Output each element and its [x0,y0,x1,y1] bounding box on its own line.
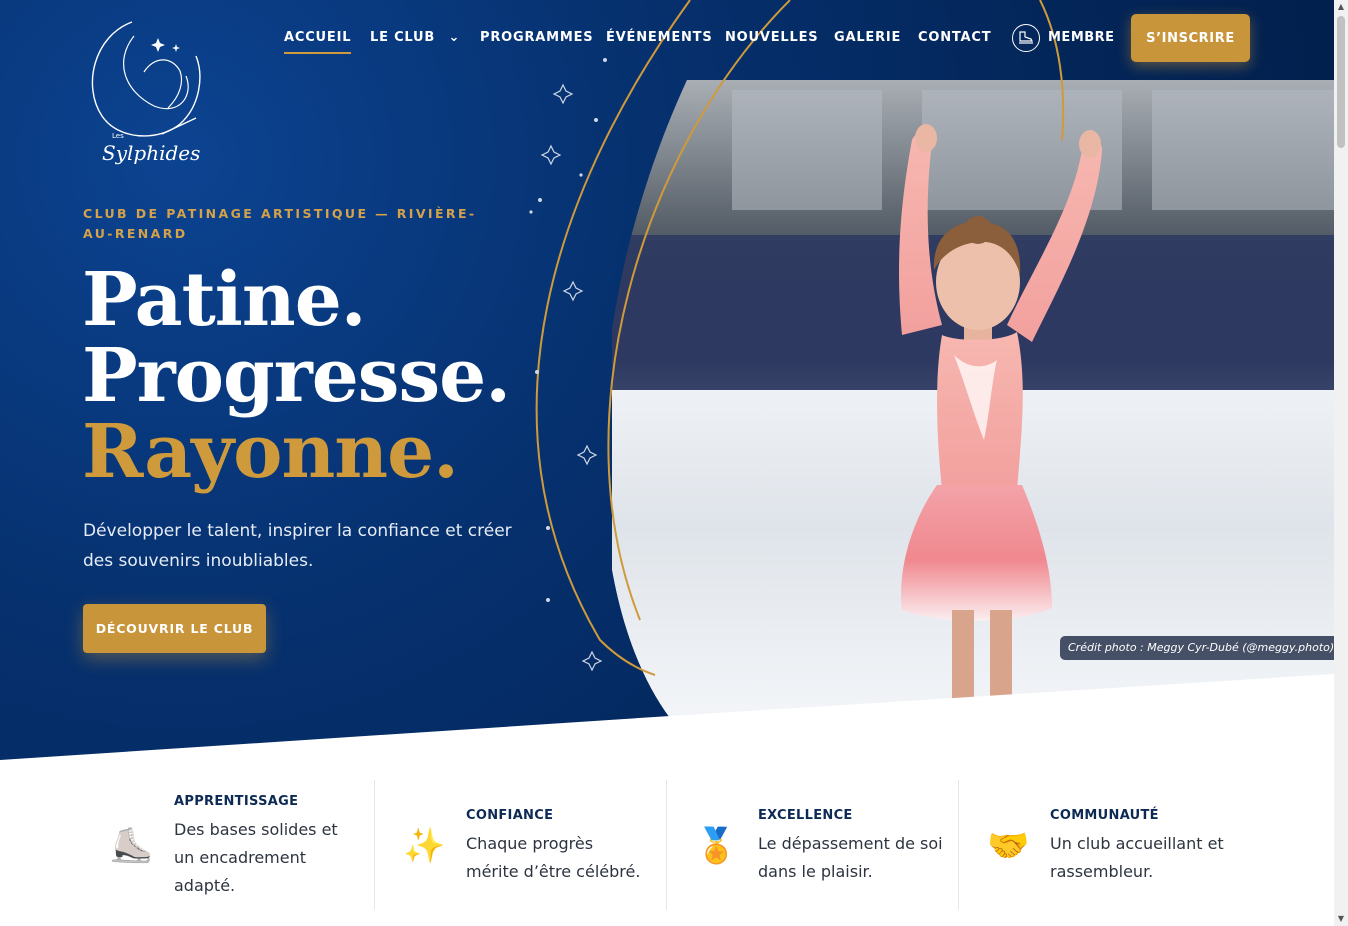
nav-nouvelles[interactable]: NOUVELLES [725,30,818,45]
medal-icon: 🏅 [695,826,738,866]
nav-le-club[interactable]: LE CLUB ⌄ [370,30,460,45]
sparkles-icon: ✨ [403,826,446,866]
skate-icon: ⛸️ [110,826,153,866]
logo-small-text: Les [112,132,124,140]
hero-headline: Patine. Progresse. Rayonne. [82,257,511,495]
hero-section: Crédit photo : Meggy Cyr-Dubé (@meggy.ph… [0,0,1334,770]
headline-line-1: Patine. [82,257,367,343]
value-title: COMMUNAUTÉ [1050,808,1159,823]
chevron-down-icon: ⌄ [448,30,461,45]
value-title: APPRENTISSAGE [174,794,299,809]
nav-accueil[interactable]: ACCUEIL [284,30,352,54]
value-title: EXCELLENCE [758,808,853,823]
scroll-up-icon[interactable]: ▲ [1336,2,1346,12]
headline-line-3: Rayonne. [82,409,459,495]
value-confiance: ✨ CONFIANCE Chaque progrès mérite d’être… [374,780,666,910]
member-link[interactable]: MEMBRE [1048,30,1115,45]
headline-line-2: Progresse. [82,333,511,419]
page-scrollbar[interactable]: ▲ ▼ [1334,0,1348,926]
value-title: CONFIANCE [466,808,554,823]
nav-evenements[interactable]: ÉVÉNEMENTS [606,30,713,45]
skater-illustration [612,80,1334,720]
nav-le-club-label: LE CLUB [370,30,436,45]
skate-icon[interactable] [1012,24,1040,52]
discover-club-button[interactable]: DÉCOUVRIR LE CLUB [83,604,266,653]
photo-credit: Crédit photo : Meggy Cyr-Dubé (@meggy.ph… [1060,636,1334,660]
handshake-icon: 🤝 [987,826,1030,866]
sylphides-logo[interactable]: Les Sylphides [84,16,212,166]
nav-programmes[interactable]: PROGRAMMES [480,30,593,45]
values-strip: ⛸️ APPRENTISSAGE Des bases solides et un… [84,780,1250,910]
signup-button[interactable]: S’INSCRIRE [1131,14,1250,62]
value-desc: Un club accueillant et rassembleur. [1050,834,1224,881]
nav-galerie[interactable]: GALERIE [834,30,901,45]
value-desc: Des bases solides et un encadrement adap… [174,820,338,895]
value-communaute: 🤝 COMMUNAUTÉ Un club accueillant et rass… [958,780,1250,910]
hero-eyebrow: CLUB DE PATINAGE ARTISTIQUE — RIVIÈRE-AU… [83,206,477,241]
hero-photo [612,80,1334,720]
value-apprentissage: ⛸️ APPRENTISSAGE Des bases solides et un… [84,780,374,910]
hero-tagline: Développer le talent, inspirer la confia… [83,521,512,571]
scroll-down-icon[interactable]: ▼ [1336,914,1346,924]
logo-name-text: Sylphides [102,141,200,165]
value-excellence: 🏅 EXCELLENCE Le dépassement de soi dans … [666,780,958,910]
value-desc: Chaque progrès mérite d’être célébré. [466,834,641,881]
nav-contact[interactable]: CONTACT [918,30,991,45]
scroll-thumb[interactable] [1337,16,1345,148]
value-desc: Le dépassement de soi dans le plaisir. [758,834,943,881]
